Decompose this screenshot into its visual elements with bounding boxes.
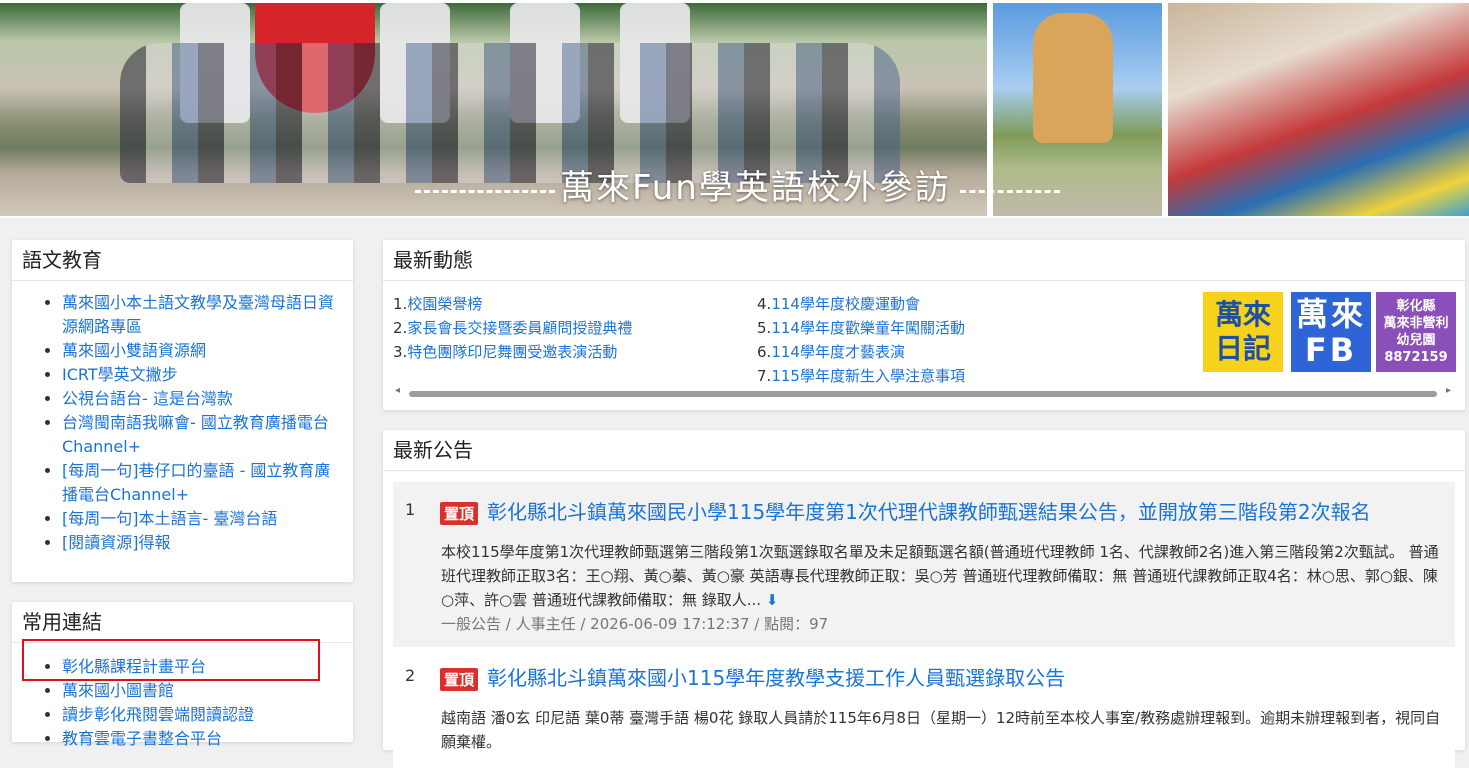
notice-summary: 本校115學年度第1次代理教師甄選第三階段第1次甄選錄取名單及未足額甄選名額(普… [441,543,1439,609]
kindergarten-banner[interactable]: 彰化縣 萬來非營利 幼兒園 8872159 [1376,292,1456,372]
news-number: 4. [757,295,772,313]
promo-text: 8872159 [1384,350,1448,365]
list-item[interactable]: 萬來國小雙語資源網 [62,339,343,363]
mascot-statue [1033,13,1113,143]
scroll-left-icon[interactable]: ◂ [395,385,400,396]
notice-number: 2 [405,666,416,685]
news-link[interactable]: 家長會長交接暨委員顧問授證典禮 [407,319,632,337]
panel-title: 最新動態 [383,240,1465,281]
list-item[interactable]: [閱讀資源]得報 [62,531,343,555]
title-dash-left [415,190,555,193]
list-item[interactable]: [每周一句]本土語言- 臺灣台語 [62,507,343,531]
list-item[interactable]: 公視台語台- 這是台灣款 [62,387,343,411]
news-number: 3. [393,343,408,361]
banner-title: 萬來Fun學英語校外參訪 [560,168,951,208]
link-text[interactable]: 萬來國小本土語文教學及臺灣母語日資源網路專區 [62,293,334,336]
notice-body: 本校115學年度第1次代理教師甄選第三階段第1次甄選錄取名單及未足額甄選名額(普… [441,540,1441,636]
list-item[interactable]: ICRT學英文撇步 [62,363,343,387]
link-text[interactable]: [閱讀資源]得報 [62,533,171,552]
news-column-2: 4.114學年度校慶運動會 5.114學年度歡樂童年闖關活動 6.114學年度才… [757,292,1117,388]
notice-meta: 一般公告 / 人事主任 / 2026-06-09 17:12:37 / 點閱：9… [441,615,829,633]
news-number: 2. [393,319,408,337]
language-links-list: 萬來國小本土語文教學及臺灣母語日資源網路專區 萬來國小雙語資源網 ICRT學英文… [12,281,353,555]
link-text[interactable]: 萬來國小雙語資源網 [62,341,206,360]
news-item[interactable]: 4.114學年度校慶運動會 [757,292,1117,316]
banner-photo-statue [993,3,1162,216]
pinned-badge: 置頂 [440,668,479,691]
horizontal-scrollbar[interactable]: ◂ ▸ [395,385,1451,398]
promo-text: 萬來 [1295,295,1366,333]
link-text[interactable]: 台灣閩南語我嘛會- 國立教育廣播電台Channel+ [62,413,329,456]
scrollbar-thumb[interactable] [409,391,1437,397]
title-dash-right [960,190,1060,193]
pinned-badge: 置頂 [440,502,479,525]
banner-photo-activity [1168,3,1469,216]
news-number: 5. [757,319,772,337]
news-link[interactable]: 115學年度新生入學注意事項 [771,367,965,385]
news-item[interactable]: 7.115學年度新生入學注意事項 [757,364,1117,388]
link-text[interactable]: 教育雲電子書整合平台 [62,729,222,748]
notice-title-link[interactable]: 彰化縣北斗鎮萬來國小115學年度教學支援工作人員甄選錄取公告 [487,662,1065,691]
notice-item: 2 置頂 彰化縣北斗鎮萬來國小115學年度教學支援工作人員甄選錄取公告 越南語 … [393,648,1455,768]
promo-text: 幼兒園 [1396,333,1436,348]
news-number: 7. [757,367,772,385]
news-link[interactable]: 114學年度校慶運動會 [771,295,920,313]
language-education-panel: 語文教育 萬來國小本土語文教學及臺灣母語日資源網路專區 萬來國小雙語資源網 IC… [12,240,353,582]
promo-text: FB [1304,331,1358,369]
hero-banner: 萬來Fun學英語校外參訪 [0,0,1469,218]
notice-body: 越南語 潘0玄 印尼語 葉0蒂 臺灣手語 楊0花 錄取人員請於115年6月8日（… [441,706,1441,754]
scroll-right-icon[interactable]: ▸ [1446,385,1451,396]
promo-text: 日記 [1214,332,1271,365]
download-icon[interactable]: ⬇ [766,591,779,609]
latest-notices-panel: 最新公告 1 置頂 彰化縣北斗鎮萬來國民小學115學年度第1次代理代課教師甄選結… [383,430,1465,768]
news-link[interactable]: 校園榮譽榜 [407,295,482,313]
news-item[interactable]: 1.校園榮譽榜 [393,292,753,316]
wanlai-fb-banner[interactable]: 萬來 FB [1291,292,1371,372]
news-item[interactable]: 6.114學年度才藝表演 [757,340,1117,364]
list-item[interactable]: 讀步彰化飛閱雲端閱讀認證 [62,703,343,727]
link-text[interactable]: [每周一句]本土語言- 臺灣台語 [62,509,277,528]
link-text[interactable]: 萬來國小圖書館 [62,681,174,700]
news-item[interactable]: 5.114學年度歡樂童年闖關活動 [757,316,1117,340]
news-link[interactable]: 114學年度才藝表演 [771,343,905,361]
list-item[interactable]: 教育雲電子書整合平台 [62,727,343,751]
news-number: 1. [393,295,408,313]
wanlai-diary-banner[interactable]: 萬來 日記 [1203,292,1283,372]
highlight-box [22,639,320,681]
promo-text: 彰化縣 [1396,299,1436,314]
promo-text: 萬來 [1214,298,1271,331]
news-column-1: 1.校園榮譽榜 2.家長會長交接暨委員顧問授證典禮 3.特色團隊印尼舞團受邀表演… [393,292,753,364]
notice-item: 1 置頂 彰化縣北斗鎮萬來國民小學115學年度第1次代理代課教師甄選結果公告，並… [393,482,1455,647]
panel-title: 最新公告 [383,430,1465,471]
panel-title: 常用連結 [12,602,353,643]
link-text[interactable]: 公視台語台- 這是台灣款 [62,389,233,408]
list-item[interactable]: 萬來國小本土語文教學及臺灣母語日資源網路專區 [62,291,343,339]
news-item[interactable]: 2.家長會長交接暨委員顧問授證典禮 [393,316,753,340]
link-text[interactable]: 讀步彰化飛閱雲端閱讀認證 [62,705,254,724]
notice-number: 1 [405,500,416,519]
list-item[interactable]: 台灣閩南語我嘛會- 國立教育廣播電台Channel+ [62,411,343,459]
list-item[interactable]: [每周一句]巷仔口的臺語 - 國立教育廣播電台Channel+ [62,459,343,507]
notice-title-link[interactable]: 彰化縣北斗鎮萬來國民小學115學年度第1次代理代課教師甄選結果公告，並開放第三階… [487,496,1371,525]
promo-text: 萬來非營利 [1383,316,1449,331]
latest-news-panel: 最新動態 1.校園榮譽榜 2.家長會長交接暨委員顧問授證典禮 3.特色團隊印尼舞… [383,240,1465,410]
news-number: 6. [757,343,772,361]
link-text[interactable]: ICRT學英文撇步 [62,365,178,384]
link-text[interactable]: [每周一句]巷仔口的臺語 - 國立教育廣播電台Channel+ [62,461,330,504]
list-item[interactable]: 萬來國小圖書館 [62,679,343,703]
panel-title: 語文教育 [12,240,353,281]
news-item[interactable]: 3.特色團隊印尼舞團受邀表演活動 [393,340,753,364]
news-link[interactable]: 特色團隊印尼舞團受邀表演活動 [407,343,617,361]
notice-summary: 越南語 潘0玄 印尼語 葉0蒂 臺灣手語 楊0花 錄取人員請於115年6月8日（… [441,709,1441,751]
news-link[interactable]: 114學年度歡樂童年闖關活動 [771,319,965,337]
